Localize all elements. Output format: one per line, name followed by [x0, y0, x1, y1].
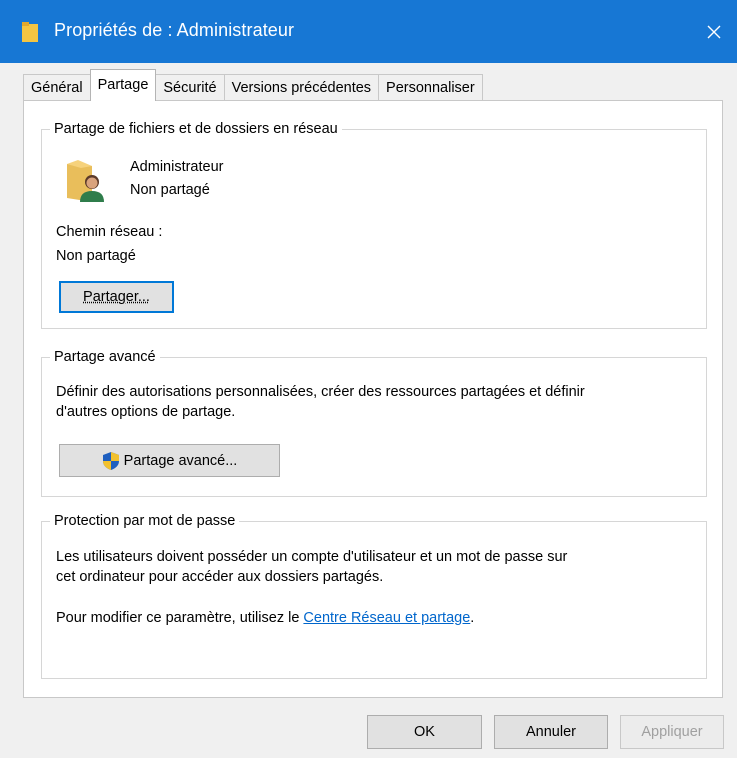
close-button[interactable] [691, 0, 737, 63]
cancel-button-label: Annuler [526, 724, 576, 740]
window-title: Propriétés de : Administrateur [54, 20, 295, 40]
password-protection-group: Protection par mot de passe Les utilisat… [41, 512, 707, 679]
tab-panel: Partage de fichiers et de dossiers en ré… [23, 100, 723, 698]
ok-button-label: OK [414, 724, 435, 740]
tab-strip: Général Partage Sécurité Versions précéd… [23, 69, 483, 101]
tab-versions-precedentes[interactable]: Versions précédentes [223, 74, 380, 100]
folder-name: Administrateur [130, 159, 224, 175]
apply-button-label: Appliquer [641, 724, 703, 740]
network-path-label: Chemin réseau : [56, 224, 163, 240]
tab-partage[interactable]: Partage [89, 69, 157, 101]
network-sharing-legend: Partage de fichiers et de dossiers en ré… [50, 120, 342, 138]
tab-securite[interactable]: Sécurité [155, 74, 225, 100]
advanced-sharing-group: Partage avancé Définir des autorisations… [41, 348, 707, 497]
uac-shield-icon [102, 451, 119, 470]
tab-general[interactable]: Général [23, 74, 91, 100]
advanced-sharing-legend: Partage avancé [50, 348, 160, 366]
password-protection-line1: Les utilisateurs doivent posséder un com… [56, 549, 568, 565]
share-button[interactable]: Partager... [59, 281, 174, 313]
password-protection-line2: cet ordinateur pour accéder aux dossiers… [56, 569, 384, 585]
password-protection-line3-suffix: . [470, 610, 475, 626]
advanced-sharing-button-label: Partage avancé... [123, 452, 238, 469]
ok-button[interactable]: OK [367, 715, 482, 749]
folder-share-status: Non partagé [130, 182, 210, 198]
advanced-sharing-description-line2: d'autres options de partage. [56, 404, 236, 420]
share-button-label: Partager... [83, 289, 150, 305]
cancel-button[interactable]: Annuler [494, 715, 608, 749]
close-icon [707, 25, 721, 38]
title-bar: Propriétés de : Administrateur [0, 0, 737, 63]
shared-folder-user-icon [67, 160, 104, 202]
network-sharing-group: Partage de fichiers et de dossiers en ré… [41, 120, 707, 329]
network-sharing-center-link[interactable]: Centre Réseau et partage [303, 610, 470, 626]
tab-personnaliser[interactable]: Personnaliser [378, 74, 483, 100]
password-protection-legend: Protection par mot de passe [50, 512, 240, 530]
network-path-value: Non partagé [56, 248, 136, 264]
password-protection-line3: Pour modifier ce paramètre, utilisez le … [56, 608, 474, 628]
advanced-sharing-description-line1: Définir des autorisations personnalisées… [56, 384, 585, 400]
advanced-sharing-button[interactable]: Partage avancé... [59, 444, 280, 477]
folder-icon [22, 22, 38, 42]
apply-button[interactable]: Appliquer [620, 715, 724, 749]
password-protection-line3-prefix: Pour modifier ce paramètre, utilisez le [56, 610, 304, 626]
